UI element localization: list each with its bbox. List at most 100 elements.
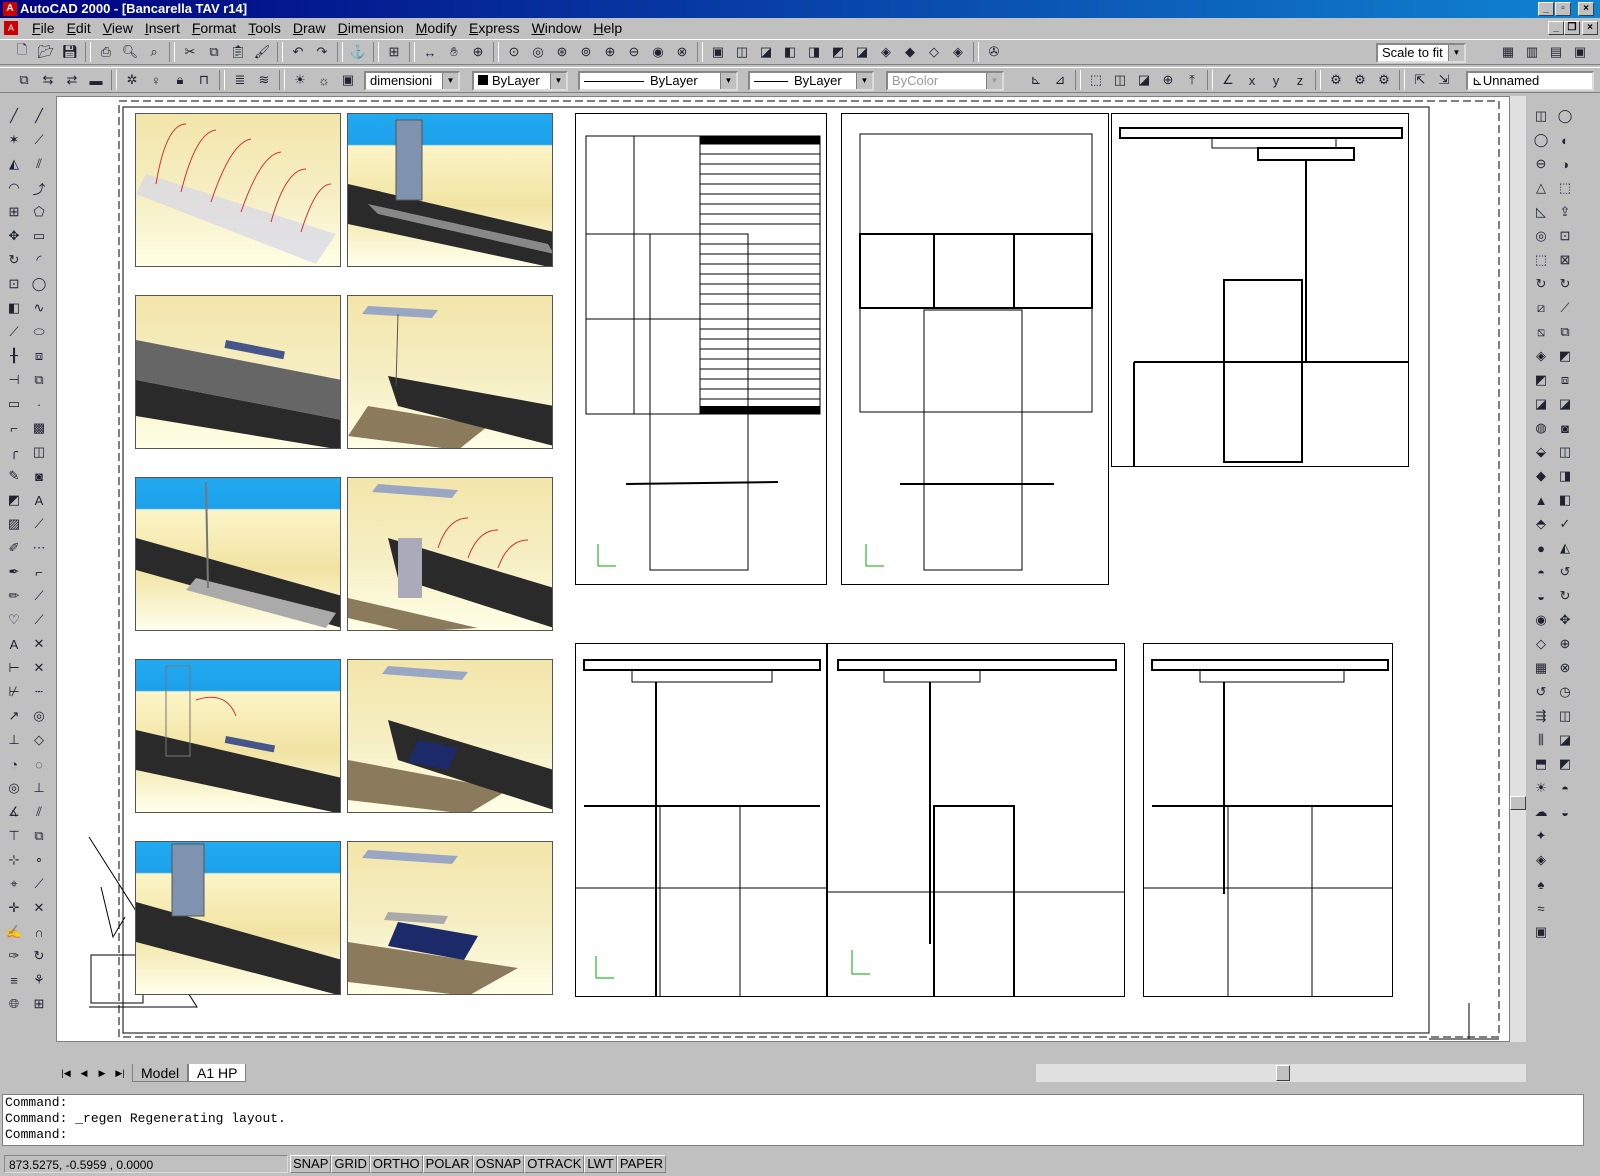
surface-cone-icon[interactable]: ⬘ (1530, 513, 1552, 535)
dim-aligned-icon[interactable]: ⊬ (3, 681, 25, 703)
rotate-faces-icon[interactable]: ↻ (1554, 273, 1576, 295)
snap-toggle[interactable]: SNAP (290, 1155, 332, 1173)
ortho-toggle[interactable]: ORTHO (369, 1155, 423, 1173)
find-icon[interactable]: ⌕ (143, 41, 165, 63)
center-mark-icon[interactable]: ✛ (3, 897, 25, 919)
dim-edit-icon[interactable]: ✍ (3, 921, 25, 943)
tree-icon[interactable]: ⚘ (28, 969, 50, 991)
back-clip-icon[interactable]: ◩ (1554, 753, 1576, 775)
ellipse-icon[interactable]: ⬭ (28, 321, 50, 343)
view-back-icon[interactable]: ◪ (851, 41, 873, 63)
view-right-icon[interactable]: ◨ (803, 41, 825, 63)
dim-continue-icon[interactable]: ⊹ (3, 849, 25, 871)
text-edit-icon[interactable]: A (3, 633, 25, 655)
intersect-icon[interactable]: ◑ (1554, 153, 1576, 175)
3d-pan-icon[interactable]: ✥ (1554, 609, 1576, 631)
menu-file[interactable]: File (26, 18, 61, 38)
color-edges-icon[interactable]: ◪ (1554, 393, 1576, 415)
menu-window[interactable]: Window (526, 18, 588, 38)
layer-lock-icon[interactable]: 🔒︎ (169, 69, 191, 91)
render-thumb-7[interactable] (135, 659, 341, 813)
copy-faces-icon[interactable]: ⧉ (1554, 321, 1576, 343)
matchprop-icon[interactable]: 🖌︎ (251, 41, 273, 63)
subtract-icon[interactable]: ◐ (1554, 129, 1576, 151)
ucs-object-icon[interactable]: ⬚ (1085, 69, 1107, 91)
section-view-2[interactable] (827, 643, 1125, 997)
cylinder-icon[interactable]: ⊖ (1530, 153, 1552, 175)
arc-icon[interactable]: ◜ (28, 249, 50, 271)
plan-view-2[interactable] (841, 113, 1109, 585)
zoom-center-icon[interactable]: ⊚ (575, 41, 597, 63)
dim-linear-2-icon[interactable]: ⌐ (28, 561, 50, 583)
menu-view[interactable]: View (97, 18, 139, 38)
zoom-in-icon[interactable]: ⊕ (599, 41, 621, 63)
tolerance-icon[interactable]: ⌖ (3, 873, 25, 895)
paper-toggle[interactable]: PAPER (616, 1155, 666, 1173)
color-faces-icon[interactable]: ◩ (1554, 345, 1576, 367)
render-thumb-4[interactable] (347, 295, 553, 449)
view-se-icon[interactable]: ◆ (899, 41, 921, 63)
layers-icon[interactable]: ≋ (253, 69, 275, 91)
setup-drawing-icon[interactable]: ◩ (1530, 369, 1552, 391)
snap-center-icon[interactable]: ◎ (28, 705, 50, 727)
chevron-down-icon[interactable]: ▼ (856, 73, 872, 89)
menu-draw[interactable]: Draw (287, 18, 332, 38)
dim-ordinate-icon[interactable]: ⊥ (3, 729, 25, 751)
insert-block-icon[interactable]: ⧈ (28, 345, 50, 367)
vertical-scrollbar[interactable] (1510, 96, 1526, 1042)
chevron-down-icon[interactable]: ▼ (550, 73, 566, 89)
render-thumb-6[interactable] (347, 477, 553, 631)
ucs-preset-icon[interactable]: ⚙ (1373, 69, 1395, 91)
snap-parallel-icon[interactable]: ⫽ (28, 801, 50, 823)
line-icon[interactable]: ╱ (3, 105, 25, 127)
ucs-apply-icon[interactable]: ⚙ (1325, 69, 1347, 91)
snap-tangent-icon[interactable]: ◌ (28, 753, 50, 775)
menu-express[interactable]: Express (463, 18, 526, 38)
linetype-combo[interactable]: ByLayer ▼ (578, 71, 738, 91)
tab-prev-icon[interactable]: ◀ (76, 1065, 92, 1081)
materials-icon[interactable]: ◈ (1530, 849, 1552, 871)
save-icon[interactable]: 💾︎ (59, 41, 81, 63)
polygon-icon[interactable]: ⬠ (28, 201, 50, 223)
slice-icon[interactable]: ⧄ (1530, 297, 1552, 319)
grid-toggle[interactable]: GRID (331, 1155, 370, 1173)
mtext-icon[interactable]: A (28, 489, 50, 511)
surface-dish-icon[interactable]: ◒ (1530, 585, 1552, 607)
ucs-named-icon[interactable]: ⚙ (1349, 69, 1371, 91)
view-nw-icon[interactable]: ◈ (947, 41, 969, 63)
menu-format[interactable]: Format (186, 18, 242, 38)
menu-edit[interactable]: Edit (61, 18, 97, 38)
menu-help[interactable]: Help (587, 18, 628, 38)
surface-box-icon[interactable]: ⬙ (1530, 441, 1552, 463)
snap-intersection-icon[interactable]: ✕ (28, 633, 50, 655)
view-front-icon[interactable]: ◩ (827, 41, 849, 63)
doc-close-icon[interactable]: × (1582, 21, 1598, 35)
tab-next-icon[interactable]: ▶ (94, 1065, 110, 1081)
section-view-1[interactable] (575, 643, 827, 997)
zoom-dynamic-icon[interactable]: ◎ (527, 41, 549, 63)
render-thumb-2[interactable] (347, 113, 553, 267)
erase-icon[interactable]: ⟋ (28, 513, 50, 535)
torus-icon[interactable]: ◎ (1530, 225, 1552, 247)
zoom-realtime-icon[interactable]: ⊕ (467, 41, 489, 63)
fog-icon[interactable]: ≈ (1530, 897, 1552, 919)
continuous-orbit-icon[interactable]: ↻ (1554, 585, 1576, 607)
title-bar[interactable]: A AutoCAD 2000 - [Bancarella TAV r14] _ … (0, 0, 1600, 18)
trim-icon[interactable]: ╂ (3, 345, 25, 367)
wedge-icon[interactable]: ◺ (1530, 201, 1552, 223)
pan-icon[interactable]: ✋︎ (443, 41, 465, 63)
lightbulb-icon[interactable]: ☀ (289, 69, 311, 91)
command-window[interactable]: Command: Command: _regen Regenerating la… (2, 1094, 1584, 1146)
horizontal-scroll-thumb[interactable] (1276, 1065, 1290, 1081)
dim-radius-icon[interactable]: ◔ (3, 753, 25, 775)
circle-icon[interactable]: ◯ (28, 273, 50, 295)
spline-icon[interactable]: ∿ (28, 297, 50, 319)
section-view-3[interactable] (1143, 643, 1393, 997)
doc-minimize-icon[interactable]: _ (1548, 21, 1564, 35)
shade-icon[interactable]: ◓ (1554, 777, 1576, 799)
hatch-draw-icon[interactable]: ▩ (28, 417, 50, 439)
multiline-icon[interactable]: ⫽ (28, 153, 50, 175)
cone-icon[interactable]: △ (1530, 177, 1552, 199)
extrude-icon[interactable]: ⬚ (1530, 249, 1552, 271)
snap-quadrant-icon[interactable]: ◇ (28, 729, 50, 751)
